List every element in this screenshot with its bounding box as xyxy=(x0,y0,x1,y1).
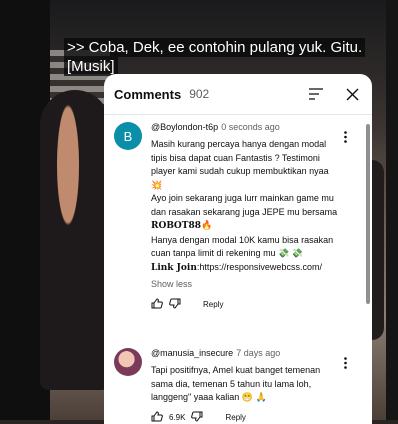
comment-line: Ayo join sekarang juga lurr mainkan game… xyxy=(151,193,338,217)
comment-brand: 𝐑𝐎𝐁𝐎𝐓𝟖𝟖🔥 xyxy=(151,221,213,231)
video-caption: >> Coba, Dek, ee contohin pulang yuk. Gi… xyxy=(64,38,394,76)
like-count: 6.9K xyxy=(169,412,186,422)
caption-line-2: [Musik] xyxy=(64,57,118,76)
comments-scrollbar[interactable] xyxy=(366,124,370,304)
reply-button[interactable]: Reply xyxy=(203,300,223,309)
more-options-icon[interactable] xyxy=(339,356,351,370)
comment-text: Tapi positifnya, Amel kuat banget temena… xyxy=(151,365,321,402)
dislike-icon[interactable] xyxy=(191,411,203,424)
comments-count: 902 xyxy=(189,87,210,101)
comment-author[interactable]: @manusia_insecure xyxy=(151,348,233,358)
comment-time: 7 days ago xyxy=(236,348,281,358)
video-frame-person xyxy=(40,90,110,390)
comment-line: Hanya dengan modal 10K kamu bisa rasakan… xyxy=(151,234,334,259)
like-icon[interactable] xyxy=(151,410,163,424)
close-icon[interactable] xyxy=(342,84,362,104)
reply-button[interactable]: Reply xyxy=(225,413,245,422)
caption-line-1: >> Coba, Dek, ee contohin pulang yuk. Gi… xyxy=(64,38,366,57)
comments-title: Comments xyxy=(114,86,182,102)
avatar[interactable]: B xyxy=(114,122,142,150)
more-options-icon[interactable] xyxy=(339,130,351,144)
comment-author[interactable]: @Boylondon-t6p xyxy=(151,122,218,132)
show-less-button[interactable]: Show less xyxy=(151,279,341,289)
like-icon[interactable] xyxy=(151,298,163,311)
comment-line: Masih kurang percaya hanya dengan modal … xyxy=(151,139,329,190)
comment-link[interactable]: :https://responsivewebcss.com/ xyxy=(197,262,322,272)
comment-text: Masih kurang percaya hanya dengan modal … xyxy=(151,138,341,275)
comments-panel: Comments 902 B @Boylondon-t6p 0 seconds a… xyxy=(104,74,372,424)
comment-time: 0 seconds ago xyxy=(221,122,280,132)
dislike-icon[interactable] xyxy=(169,298,181,311)
sort-icon[interactable] xyxy=(306,84,326,104)
avatar[interactable] xyxy=(114,348,142,376)
comments-header: Comments 902 xyxy=(104,74,372,115)
comment-link-label: 𝐋𝐢𝐧𝐤 𝐉𝐨𝐢𝐧 xyxy=(151,262,197,273)
